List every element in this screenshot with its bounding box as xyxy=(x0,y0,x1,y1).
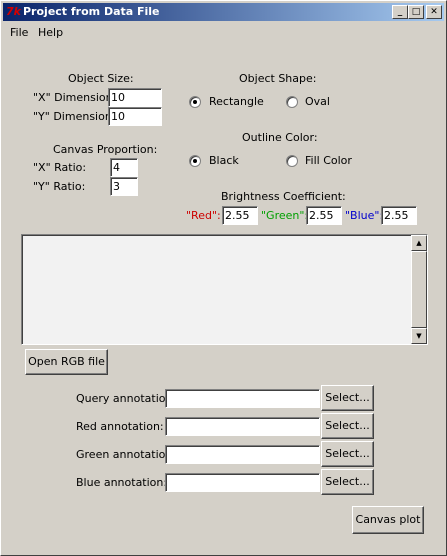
red-annotation-input[interactable] xyxy=(165,417,320,436)
green-annotation-input[interactable] xyxy=(165,445,320,464)
outline-color-heading: Outline Color: xyxy=(242,131,318,144)
menu-bar: File Help xyxy=(3,23,444,41)
scroll-up-button[interactable]: ▲ xyxy=(411,235,427,251)
rectangle-radio[interactable] xyxy=(189,96,201,108)
blue-annotation-label: Blue annotation: xyxy=(76,476,168,489)
close-icon: ✕ xyxy=(430,7,438,17)
red-annotation-label: Red annotation: xyxy=(76,420,164,433)
green-annotation-label: Green annotation: xyxy=(76,448,177,461)
blue-coef-label: "Blue": xyxy=(345,209,384,222)
y-dimension-label: "Y" Dimension: xyxy=(33,110,116,123)
canvas-plot-button[interactable]: Canvas plot xyxy=(352,506,424,534)
object-size-heading: Object Size: xyxy=(68,72,134,85)
green-select-button[interactable]: Select... xyxy=(321,441,374,467)
red-select-button[interactable]: Select... xyxy=(321,413,374,439)
y-dimension-input[interactable] xyxy=(108,107,162,126)
query-annotation-label: Query annotation: xyxy=(76,392,177,405)
close-button[interactable]: ✕ xyxy=(426,5,442,19)
y-ratio-input[interactable] xyxy=(110,177,138,196)
oval-label[interactable]: Oval xyxy=(305,95,330,109)
tk-feather-icon: 7k xyxy=(6,5,21,18)
scroll-down-button[interactable]: ▼ xyxy=(411,328,427,344)
blue-coef-input[interactable] xyxy=(381,206,417,225)
main-window: 7k Project from Data File _ □ ✕ File Hel… xyxy=(0,0,447,556)
y-ratio-label: "Y" Ratio: xyxy=(33,180,86,193)
maximize-button[interactable]: □ xyxy=(408,5,424,19)
rectangle-label[interactable]: Rectangle xyxy=(209,95,264,109)
title-bar[interactable]: 7k Project from Data File _ □ ✕ xyxy=(3,3,444,21)
canvas-proportion-heading: Canvas Proportion: xyxy=(53,143,158,156)
menu-help[interactable]: Help xyxy=(38,26,63,40)
text-area-scrollbar[interactable]: ▲ ▼ xyxy=(411,235,427,344)
oval-radio[interactable] xyxy=(286,96,298,108)
blue-annotation-input[interactable] xyxy=(165,473,320,492)
object-shape-heading: Object Shape: xyxy=(239,72,317,85)
scroll-thumb[interactable] xyxy=(411,251,427,328)
maximize-icon: □ xyxy=(411,7,421,17)
window-title: Project from Data File xyxy=(23,5,160,18)
menu-file[interactable]: File xyxy=(10,26,28,40)
minimize-icon: _ xyxy=(397,7,403,17)
red-coef-label: "Red": xyxy=(186,209,221,222)
scroll-down-icon: ▼ xyxy=(416,332,422,340)
brightness-heading: Brightness Coefficient: xyxy=(221,190,346,203)
black-label[interactable]: Black xyxy=(209,154,239,168)
green-coef-input[interactable] xyxy=(306,206,342,225)
red-coef-input[interactable] xyxy=(222,206,258,225)
query-annotation-input[interactable] xyxy=(165,389,320,408)
x-dimension-input[interactable] xyxy=(108,88,162,107)
green-coef-label: "Green": xyxy=(261,209,309,222)
black-radio[interactable] xyxy=(189,155,201,167)
output-text-area[interactable] xyxy=(21,234,428,345)
fill-color-label[interactable]: Fill Color xyxy=(305,154,352,168)
open-rgb-file-button[interactable]: Open RGB file xyxy=(25,349,108,375)
x-ratio-label: "X" Ratio: xyxy=(33,161,87,174)
fill-color-radio[interactable] xyxy=(286,155,298,167)
x-ratio-input[interactable] xyxy=(110,158,138,177)
scroll-up-icon: ▲ xyxy=(416,239,422,247)
query-select-button[interactable]: Select... xyxy=(321,385,374,411)
x-dimension-label: "X" Dimension: xyxy=(33,91,117,104)
blue-select-button[interactable]: Select... xyxy=(321,469,374,495)
minimize-button[interactable]: _ xyxy=(392,5,408,19)
